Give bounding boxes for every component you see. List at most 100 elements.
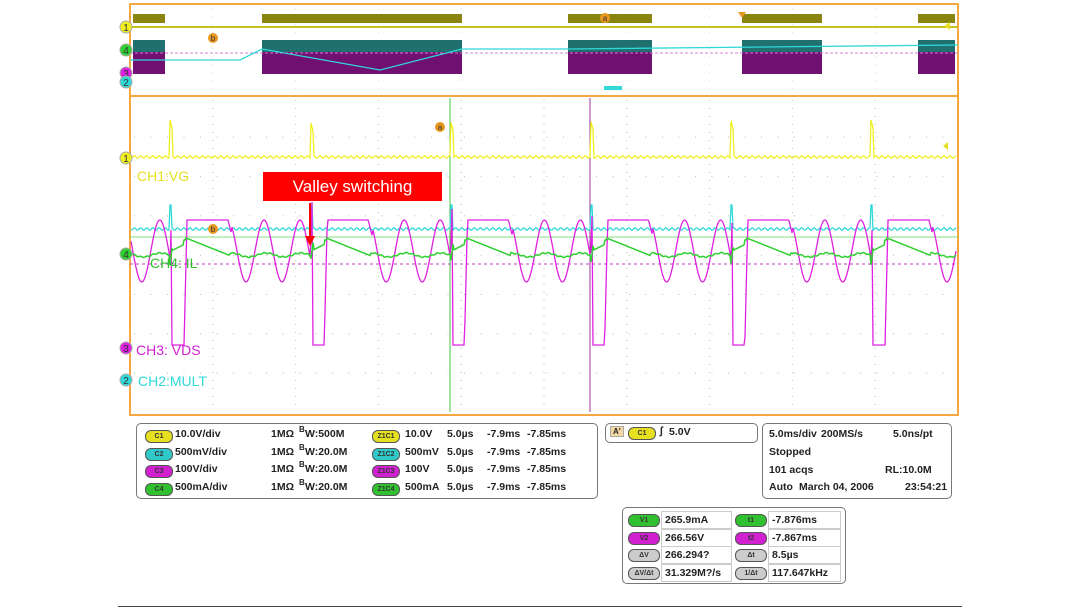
zoom-position-indicator[interactable] — [604, 86, 622, 90]
ch1-burst — [918, 14, 955, 23]
zoom-position-2: -7.85ms — [527, 445, 567, 458]
measurement-value-2: -7.867ms — [768, 528, 841, 547]
zoom-time: 5.0µs — [447, 463, 474, 475]
bandwidth-prefix: B — [299, 442, 305, 452]
measurement-label[interactable]: ΔV — [628, 549, 660, 562]
measurement-value-2: 8.5µs — [768, 546, 841, 564]
bottom-divider — [118, 606, 962, 607]
display-frame — [129, 3, 959, 416]
channel-impedance: 1MΩ — [271, 445, 295, 458]
ch3-label: CH3: VDS — [136, 342, 201, 358]
zoom-position: -7.9ms — [487, 480, 521, 493]
ch1-burst — [568, 14, 652, 23]
channel-marker-label: 4 — [123, 250, 129, 261]
trigger-level: 5.0V — [669, 426, 691, 438]
ch3-burst — [568, 52, 652, 74]
ch1-burst — [262, 14, 462, 23]
channel-badge[interactable]: C3 — [145, 465, 173, 478]
ch1-label: CH1:VG — [137, 168, 190, 184]
ch3-burst — [742, 52, 822, 74]
zoom-position: -7.9ms — [487, 445, 521, 458]
measurement-label[interactable]: V2 — [628, 531, 660, 545]
measurement-value-2: 117.647kHz — [768, 563, 841, 582]
channel-bandwidth: W:20.0M — [305, 463, 348, 475]
measurement-label-2[interactable]: t1 — [735, 514, 767, 527]
rising-edge-icon: ∫ — [660, 425, 663, 437]
measurement-value: 31.329M?/s — [661, 563, 732, 582]
measurement-label[interactable]: ΔV/Δt — [628, 566, 660, 580]
ch4-burst — [568, 40, 652, 52]
measurement-value: 265.9mA — [661, 511, 732, 529]
zoom-channel-badge[interactable]: Z1C4 — [372, 482, 400, 496]
channel-marker-label: 2 — [123, 376, 129, 387]
channel-bandwidth: W:20.0M — [305, 480, 348, 493]
measurement-label-2[interactable]: 1/Δt — [735, 566, 767, 580]
ch3-burst — [133, 52, 165, 74]
bandwidth-prefix: B — [299, 460, 305, 469]
channel-impedance: 1MΩ — [271, 428, 295, 440]
trigger-source-badge: C1 — [628, 427, 656, 440]
channel-bandwidth: W:20.0M — [305, 445, 348, 458]
bandwidth-prefix: B — [299, 477, 305, 487]
zoom-scale: 500mA — [405, 480, 440, 493]
sample-rate: 200MS/s — [821, 428, 864, 440]
time: 23:54:21 — [905, 481, 948, 493]
channel-marker-label: 1 — [123, 154, 129, 165]
measurement-label-2[interactable]: t2 — [735, 531, 767, 545]
channel-badge[interactable]: C2 — [145, 447, 173, 461]
channel-impedance: 1MΩ — [271, 463, 295, 475]
trigger-mode-badge: A' — [610, 426, 624, 437]
channel-badge[interactable]: C4 — [145, 482, 173, 496]
channel-marker-label: 4 — [123, 46, 129, 57]
cursor-marker-label: a — [603, 14, 608, 23]
acquisition-panel: 5.0ms/div 200MS/s 5.0ns/pt Stopped 101 a… — [762, 423, 952, 499]
date: March 04, 2006 — [799, 481, 874, 493]
record-length: RL:10.0M — [885, 464, 932, 476]
channel-badge[interactable]: C1 — [145, 430, 173, 443]
ch2-label: CH2:MULT — [138, 373, 207, 389]
ch4-burst — [262, 40, 462, 52]
zoom-channel-badge[interactable]: Z1C3 — [372, 465, 400, 478]
cursor-marker-label: b — [211, 34, 216, 43]
cursor-marker-label: b — [211, 225, 216, 234]
zoom-position: -7.9ms — [487, 428, 521, 440]
ch4-label: CH4: IL — [150, 255, 198, 271]
measurement-value-2: -7.876ms — [768, 511, 841, 529]
channel-marker-label: 1 — [123, 23, 129, 34]
zoom-position-2: -7.85ms — [527, 463, 567, 475]
zoom-position-2: -7.85ms — [527, 428, 567, 440]
zoom-time: 5.0µs — [447, 445, 474, 458]
ch1-burst — [133, 14, 165, 23]
zoom-time: 5.0µs — [447, 480, 474, 493]
measurement-label[interactable]: V1 — [628, 514, 660, 527]
cursor-marker-label: a — [438, 123, 443, 132]
channel-marker-label: 3 — [123, 344, 129, 355]
acquisition-count: 101 acqs — [769, 464, 814, 476]
zoom-position: -7.9ms — [487, 463, 521, 475]
trigger-panel[interactable]: A' C1 ∫ 5.0V — [605, 423, 758, 443]
ch4-burst — [133, 40, 165, 52]
measurement-value: 266.56V — [661, 528, 732, 547]
acquisition-state: Stopped — [769, 446, 811, 458]
measurement-label-2[interactable]: Δt — [735, 549, 767, 562]
channel-impedance: 1MΩ — [271, 480, 295, 493]
zoom-time: 5.0µs — [447, 428, 474, 440]
channel-scale: 100V/div — [175, 463, 218, 475]
measurement-value: 266.294? — [661, 546, 732, 564]
channel-bandwidth: W:500M — [305, 428, 345, 440]
channel-scale: 500mA/div — [175, 480, 228, 493]
measurement-panel: V1 265.9mA t1 -7.876ms V2 266.56V t2 -7.8… — [622, 507, 846, 584]
zoom-position-2: -7.85ms — [527, 480, 567, 493]
zoom-channel-badge[interactable]: Z1C2 — [372, 447, 400, 461]
timebase: 5.0ms/div — [769, 428, 817, 440]
zoom-scale: 100V — [405, 463, 430, 475]
trigger-mode: Auto — [769, 481, 793, 493]
ch1-burst — [742, 14, 822, 23]
channel-scale: 10.0V/div — [175, 428, 221, 440]
zoom-channel-badge[interactable]: Z1C1 — [372, 430, 400, 443]
channel-scale: 500mV/div — [175, 445, 227, 458]
zoom-scale: 500mV — [405, 445, 439, 458]
channel-marker-label: 2 — [123, 78, 129, 89]
valley-switching-callout: Valley switching — [263, 172, 442, 201]
bandwidth-prefix: B — [299, 425, 305, 434]
